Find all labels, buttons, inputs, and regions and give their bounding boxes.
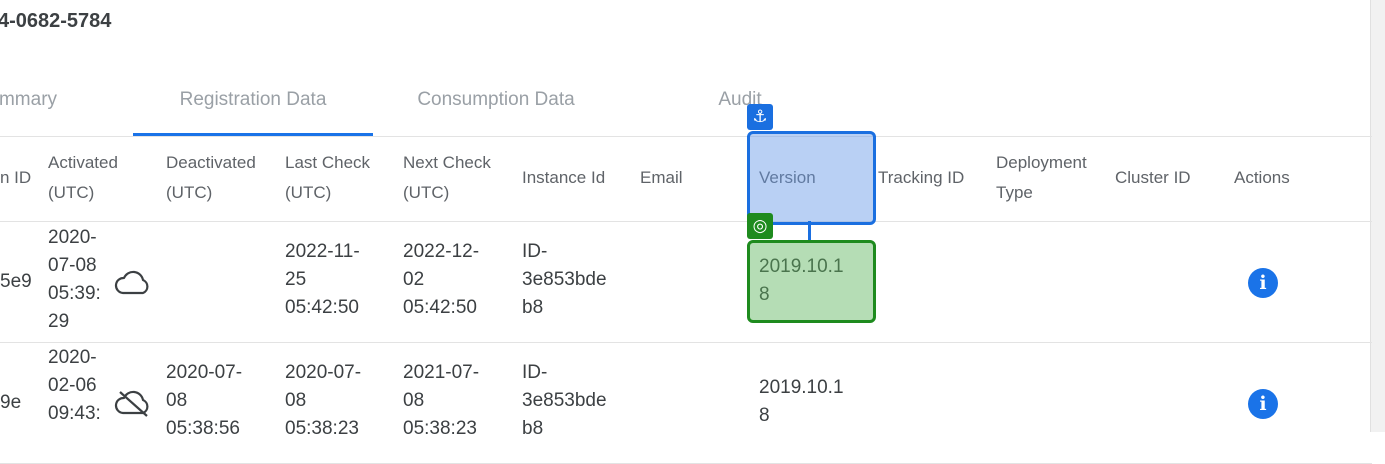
target-icon: ◎: [747, 213, 773, 239]
header-registration-id[interactable]: n ID: [0, 163, 31, 193]
header-instance-id[interactable]: Instance Id: [522, 163, 605, 193]
license-title: 4-0682-5784: [0, 10, 112, 32]
anchor-icon: ⚓: [747, 104, 773, 130]
table-row[interactable]: 9e 2020- 02-06 09:43: 2020-07- 08 05:38:56 2…: [0, 343, 1372, 464]
version-cell: 2019.10.1 8: [759, 377, 844, 426]
tab-consumption-data[interactable]: Consumption Data: [383, 82, 609, 136]
instance-id-cell: ID- 3e853bde b8: [522, 362, 607, 439]
activated-cell: 2020- 07-08 05:39: 29: [48, 227, 101, 332]
page-scrollbar[interactable]: [1370, 0, 1385, 432]
version-cell-highlight: [747, 240, 876, 323]
header-tracking-id[interactable]: Tracking ID: [878, 163, 964, 193]
header-deactivated[interactable]: Deactivated (UTC): [166, 148, 256, 208]
deactivated-cell: 2020-07- 08 05:38:56: [166, 362, 243, 439]
cloud-off-icon: [114, 389, 152, 417]
header-cluster-id[interactable]: Cluster ID: [1115, 163, 1191, 193]
header-actions: Actions: [1234, 168, 1290, 187]
next-check-cell: 2021-07- 08 05:38:23: [403, 362, 480, 439]
next-check-cell: 2022-12- 02 05:42:50: [403, 241, 480, 318]
last-check-cell: 2022-11- 25 05:42:50: [285, 241, 360, 318]
activated-cell: 2020- 02-06 09:43:: [48, 347, 101, 424]
header-email[interactable]: Email: [640, 163, 683, 193]
table-header-row: n ID Activated (UTC) Deactivated (UTC) Las…: [0, 137, 1372, 222]
info-icon[interactable]: i: [1248, 268, 1278, 298]
tab-bar: mmary Registration Data Consumption Data…: [0, 82, 1372, 137]
registration-id-cell: 5e9: [0, 271, 32, 292]
header-next-check[interactable]: Next Check (UTC): [403, 148, 491, 208]
info-icon[interactable]: i: [1248, 389, 1278, 419]
last-check-cell: 2020-07- 08 05:38:23: [285, 362, 362, 439]
header-deployment-type[interactable]: Deployment Type: [996, 148, 1087, 208]
header-activated[interactable]: Activated (UTC): [48, 148, 118, 208]
header-last-check[interactable]: Last Check (UTC): [285, 148, 370, 208]
highlight-connector: [808, 221, 811, 241]
instance-id-cell: ID- 3e853bde b8: [522, 241, 607, 318]
registration-id-cell: 9e: [0, 392, 22, 413]
cloud-icon: [114, 270, 152, 296]
tab-summary[interactable]: mmary: [0, 82, 68, 136]
version-header-highlight: [747, 131, 876, 225]
tab-registration-data[interactable]: Registration Data: [133, 82, 373, 136]
table-row[interactable]: 5e9 2020- 07-08 05:39: 29 2022-11- 25 05:42:5…: [0, 222, 1372, 343]
